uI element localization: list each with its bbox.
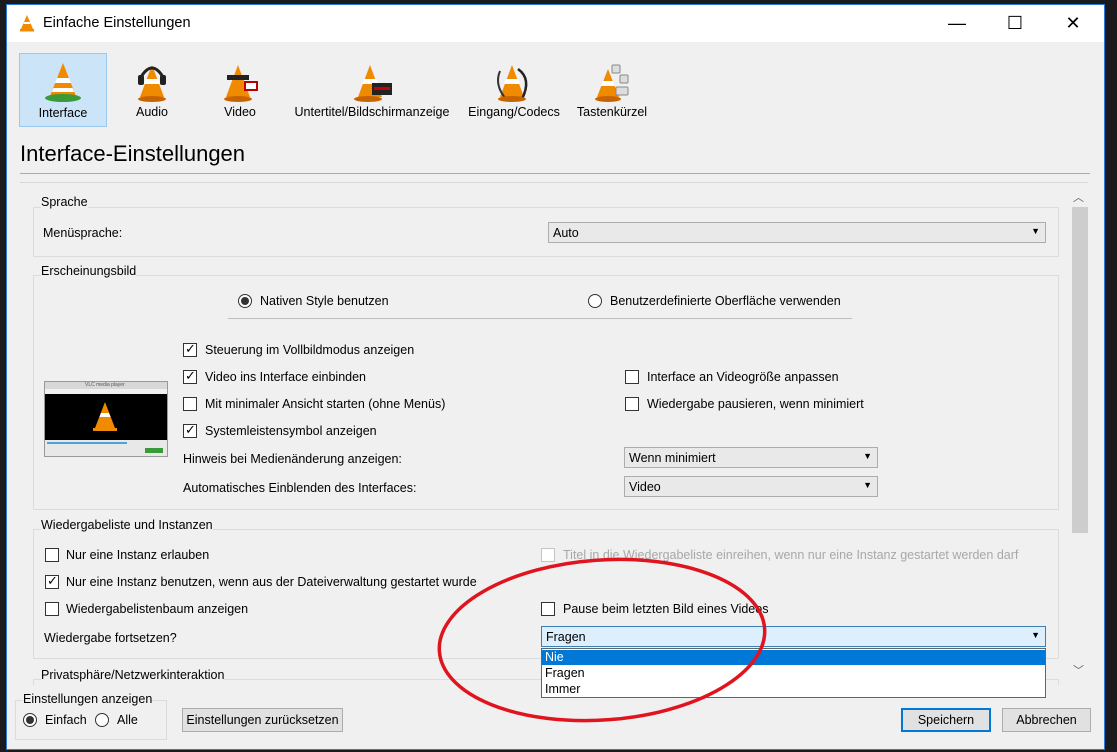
one-instance-label: Nur eine Instanz erlauben [66,548,210,562]
simple-radio-label: Einfach [45,713,87,727]
save-button[interactable]: Speichern [901,708,991,732]
systray-checkbox[interactable]: ✓ [183,422,197,438]
simple-radio[interactable] [23,713,37,727]
pause-last-frame-checkbox[interactable] [541,602,555,616]
dropdown-option-fragen[interactable]: Fragen [542,666,1045,681]
title-bar: Einfache Einstellungen — ☐ ✕ [7,5,1104,42]
embed-video-label: Video ins Interface einbinden [205,370,366,384]
one-instance-checkbox[interactable] [45,548,59,562]
custom-skin-label: Benutzerdefinierte Oberfläche verwenden [610,294,841,308]
pause-minimized-checkbox[interactable] [625,397,639,411]
pause-last-frame-label: Pause beim letzten Bild eines Videos [563,602,769,616]
menu-language-label: Menüsprache: [43,226,123,240]
resume-playback-value: Fragen [546,630,586,644]
language-group-label: Sprache [41,195,88,209]
privacy-group-label: Privatsphäre/Netzwerkinteraktion [41,668,225,682]
dropdown-option-immer[interactable]: Immer [542,682,1045,697]
chevron-down-icon[interactable]: ﹀ [1073,662,1084,678]
playlist-group-label: Wiedergabeliste und Instanzen [41,518,213,532]
tab-input-codecs-label: Eingang/Codecs [468,105,560,119]
tab-interface-label: Interface [38,106,88,120]
minimal-view-label: Mit minimaler Ansicht starten (ohne Menü… [205,397,446,411]
preview-controls [45,440,167,456]
tab-interface[interactable]: Interface [19,53,107,127]
resume-playback-select[interactable]: Fragen ▼ [541,626,1046,647]
resume-playback-dropdown: Nie Fragen Immer [541,648,1046,698]
chevron-down-icon: ▼ [1031,226,1040,236]
interface-preview-image: VLC media player [44,381,168,457]
preview-menubar [45,389,167,394]
window-title: Einfache Einstellungen [43,15,191,31]
all-radio-label: Alle [117,713,138,727]
subtitle-cone-icon [354,65,392,102]
preview-titlebar: VLC media player [45,382,167,389]
one-instance-filemanager-label: Nur eine Instanz benutzen, wenn aus der … [66,575,477,589]
playlist-tree-checkbox[interactable] [45,602,59,616]
fullscreen-controls-label: Steuerung im Vollbildmodus anzeigen [205,343,415,357]
tab-video[interactable]: Video [205,53,275,125]
tab-input-codecs[interactable]: Eingang/Codecs [465,53,563,125]
dropdown-option-nie[interactable]: Nie [542,650,1045,665]
resume-playback-label: Wiedergabe fortsetzen? [44,631,177,645]
resize-interface-checkbox[interactable] [625,370,639,384]
chevron-down-icon: ▼ [863,451,872,461]
show-settings-label: Einstellungen anzeigen [23,692,153,706]
show-settings-group [15,700,167,740]
hotkeys-cone-icon [595,64,629,102]
tab-subtitles-label: Untertitel/Bildschirmanzeige [294,105,450,119]
tab-hotkeys-label: Tastenkürzel [576,105,648,119]
systray-label: Systemleistensymbol anzeigen [205,424,377,438]
enqueue-checkbox[interactable] [541,548,555,562]
vlc-logo-icon [20,15,34,32]
preview-title: VLC media player [85,382,125,388]
media-change-notify-select[interactable]: Wenn minimiert ▼ [624,447,878,468]
resize-interface-label: Interface an Videogröße anpassen [647,370,839,384]
auto-raise-label: Automatisches Einblenden des Interfaces: [183,481,417,495]
vlc-cone-icon [45,63,81,102]
embed-video-checkbox[interactable]: ✓ [183,368,197,384]
auto-raise-value: Video [629,480,661,494]
skin-divider [228,318,852,319]
native-style-radio[interactable] [238,294,252,308]
media-change-notify-label: Hinweis bei Medienänderung anzeigen: [183,452,402,466]
page-title: Interface-Einstellungen [20,141,246,166]
chevron-up-icon[interactable]: ︿ [1073,189,1084,205]
tab-hotkeys[interactable]: Tastenkürzel [571,53,653,125]
media-change-notify-value: Wenn minimiert [629,451,716,465]
enqueue-label: Titel in die Wiedergabeliste einreihen, … [563,548,1019,562]
scrollbar-thumb[interactable] [1072,207,1088,533]
menu-language-value: Auto [553,226,579,240]
heading-divider [20,173,1090,174]
fullscreen-controls-checkbox[interactable]: ✓ [183,341,197,357]
vlc-cone-icon [93,402,117,431]
pause-minimized-label: Wiedergabe pausieren, wenn minimiert [647,397,864,411]
close-button[interactable]: ✕ [1044,5,1102,42]
chevron-down-icon: ▼ [863,480,872,490]
tab-video-label: Video [224,105,256,119]
chevron-down-icon: ▼ [1031,630,1040,640]
reset-settings-button[interactable]: Einstellungen zurücksetzen [182,708,343,732]
glasses-cone-icon [224,65,258,102]
all-radio[interactable] [95,713,109,727]
appearance-group-label: Erscheinungsbild [41,264,137,278]
appearance-group [33,275,1059,510]
one-instance-filemanager-checkbox[interactable]: ✓ [45,573,59,589]
custom-skin-radio[interactable] [588,294,602,308]
tab-audio-label: Audio [136,105,168,119]
vertical-scrollbar[interactable]: ︿ ﹀ [1070,185,1089,680]
tab-audio[interactable]: Audio [119,53,185,125]
tab-subtitles[interactable]: Untertitel/Bildschirmanzeige [289,53,455,125]
playlist-tree-label: Wiedergabelistenbaum anzeigen [66,602,249,616]
cancel-button[interactable]: Abbrechen [1002,708,1091,732]
headphones-cone-icon [138,65,166,102]
minimal-view-checkbox[interactable] [183,397,197,411]
cable-cone-icon [497,65,528,102]
menu-language-select[interactable]: Auto ▼ [548,222,1046,243]
preferences-window: Einfache Einstellungen — ☐ ✕ Interface A… [6,4,1105,750]
maximize-button[interactable]: ☐ [986,5,1044,42]
minimize-button[interactable]: — [928,5,986,42]
auto-raise-select[interactable]: Video ▼ [624,476,878,497]
native-style-label: Nativen Style benutzen [260,294,389,308]
